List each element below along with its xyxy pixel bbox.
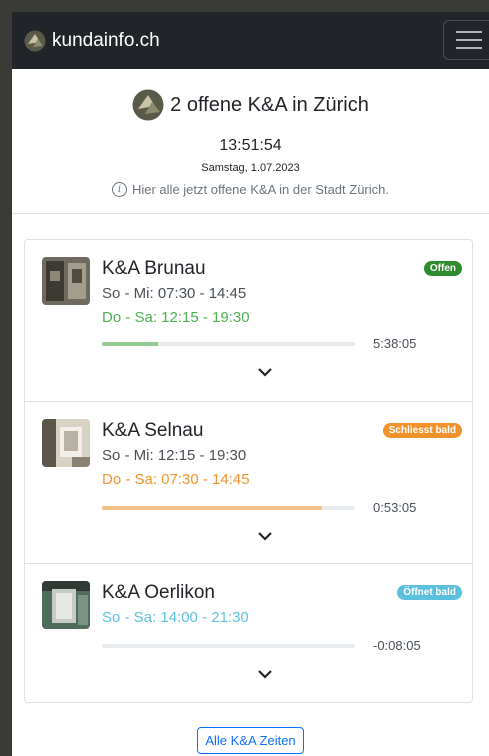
location-card-selnau: K&A Selnau So - Mi: 12:15 - 19:30 Do - S… (25, 402, 472, 564)
location-name: K&A Brunau (102, 258, 206, 279)
location-list: K&A Brunau So - Mi: 07:30 - 14:45 Do - S… (24, 239, 473, 703)
title-logo-icon (132, 89, 164, 121)
hint-text: i Hier alle jetzt offene K&A in der Stad… (12, 182, 489, 197)
expand-button[interactable] (257, 366, 273, 378)
progress-bar (102, 644, 355, 648)
all-times-button[interactable]: Alle K&A Zeiten (197, 727, 304, 754)
brand-name: kundainfo.ch (52, 29, 160, 51)
location-card-brunau: K&A Brunau So - Mi: 07:30 - 14:45 Do - S… (25, 240, 472, 402)
expand-button[interactable] (257, 530, 273, 542)
progress-bar (102, 342, 355, 346)
navbar: kundainfo.ch (12, 12, 489, 69)
chevron-down-icon (258, 532, 272, 541)
divider (12, 213, 489, 214)
footer: Alle K&A Zeiten (12, 727, 489, 754)
current-date: Samstag, 1.07.2023 (201, 162, 300, 174)
opening-hours-line1: So - Mi: 12:15 - 19:30 (102, 447, 247, 464)
opening-hours-line1: So - Sa: 14:00 - 21:30 (102, 609, 249, 626)
location-photo (42, 581, 90, 629)
brand-link[interactable]: kundainfo.ch (24, 30, 160, 52)
remaining-time: -0:08:05 (373, 638, 421, 653)
chevron-down-icon (258, 368, 272, 377)
progress-bar (102, 506, 355, 510)
remaining-time: 0:53:05 (373, 500, 417, 515)
location-card-oerlikon: K&A Oerlikon So - Sa: 14:00 - 21:30 Öffn… (25, 564, 472, 702)
location-photo (42, 419, 90, 467)
page-title: 2 offene K&A in Zürich (12, 89, 489, 121)
status-badge: Schliesst bald (382, 423, 462, 438)
hamburger-icon (456, 31, 482, 33)
location-name: K&A Oerlikon (102, 582, 215, 603)
info-icon: i (111, 182, 127, 197)
opening-hours-line2: Do - Sa: 12:15 - 19:30 (102, 309, 250, 326)
app-frame: kundainfo.ch 2 offene K&A in Zürich 13:5… (12, 12, 489, 756)
expand-button[interactable] (257, 668, 273, 680)
opening-hours-line2: Do - Sa: 07:30 - 14:45 (102, 471, 250, 488)
remaining-time: 5:38:05 (373, 336, 417, 351)
location-photo (42, 257, 90, 305)
status-badge: Offen (423, 261, 462, 276)
brand-logo-icon (24, 30, 46, 51)
opening-hours-line1: So - Mi: 07:30 - 14:45 (102, 285, 247, 302)
menu-toggle-button[interactable] (443, 20, 489, 60)
current-time: 13:51:54 (219, 137, 282, 154)
status-badge: Öffnet bald (397, 585, 462, 600)
page-header: 2 offene K&A in Zürich 13:51:54 Samstag,… (12, 69, 489, 214)
location-name: K&A Selnau (102, 420, 204, 441)
chevron-down-icon (258, 670, 272, 679)
